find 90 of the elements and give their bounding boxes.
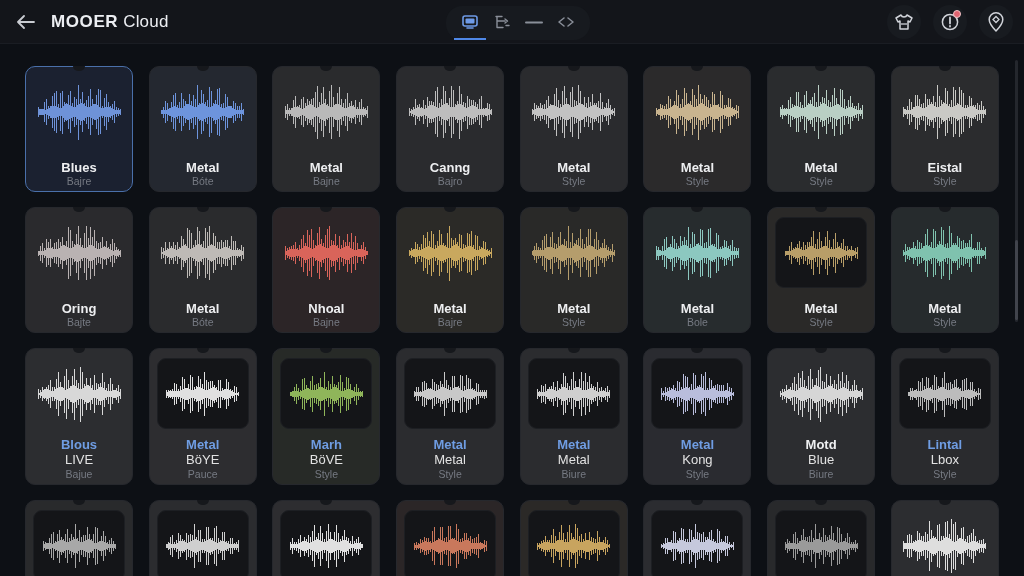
preset-card[interactable]: Metal Bajre (396, 207, 505, 333)
preset-variant: BöYE (186, 452, 220, 468)
preset-name: Eistal (927, 160, 963, 175)
back-icon[interactable] (17, 14, 35, 29)
preset-name: Metal (680, 160, 715, 175)
preset-style: Bajre (66, 175, 92, 187)
preset-name: Lintal (927, 437, 963, 452)
location-pin-icon[interactable] (979, 4, 1013, 39)
preset-card[interactable]: Nhoal Bajne (272, 207, 381, 333)
preset-style: Style (933, 316, 957, 328)
preset-style: Bajne (312, 175, 340, 187)
preset-style: Style (933, 468, 957, 480)
preset-style: Biure (561, 468, 586, 480)
preset-card[interactable]: Oring Bajte (25, 207, 133, 333)
preset-name: Metal (557, 437, 591, 452)
preset-style: Style (685, 175, 710, 187)
preset-style: Biure (808, 468, 834, 480)
preset-card[interactable]: Metal Style (519, 66, 628, 192)
preset-variant: Kong (682, 452, 713, 468)
preset-card[interactable]: Metal Bajne (272, 66, 381, 192)
preset-name: Metal (186, 437, 220, 452)
preset-style: Style (562, 175, 586, 187)
preset-card[interactable]: Motd Blue Biure (767, 348, 876, 485)
preset-name: Metal (557, 160, 591, 175)
preset-style: Style (809, 316, 833, 328)
preset-style: Bajue (65, 468, 93, 480)
preset-style: Style (685, 468, 710, 480)
preset-card[interactable]: Lintal Lbox Style (890, 348, 999, 485)
preset-card[interactable]: Blues Bajre (25, 66, 133, 192)
preset-style: Style (314, 468, 339, 480)
preset-style: Bóte (191, 175, 214, 187)
preset-variant: Lbox (930, 452, 959, 468)
preset-name: Metal (804, 301, 838, 316)
preset-name: Blous (60, 437, 98, 452)
preset-card[interactable]: Metal Style (519, 207, 628, 333)
preset-card[interactable]: Blous LIVE Bajue (25, 348, 133, 485)
preset-name: Metal (186, 301, 220, 316)
shirt-icon[interactable] (887, 4, 921, 39)
preset-style: Bajre (437, 316, 463, 328)
preset-card[interactable]: Metal Style (890, 207, 999, 333)
preset-style: Bóte (191, 316, 214, 328)
preset-name: Metal (309, 160, 343, 175)
app-title: MOOER Cloud (51, 11, 169, 32)
preset-style: Style (562, 316, 586, 328)
preset-name: Oring (61, 301, 97, 316)
preset-variant: Blue (808, 452, 835, 468)
preset-variant: Metal (434, 452, 466, 468)
preset-card[interactable]: Metal Bole (643, 207, 752, 333)
preset-variant: BöVE (309, 452, 343, 468)
preset-card[interactable]: Marh BöVE Style (272, 348, 381, 485)
preset-style: Bole (686, 316, 708, 328)
preset-style: Style (438, 468, 462, 480)
preset-card[interactable]: Canng Bajro (396, 66, 505, 192)
preset-name: Metal (680, 437, 715, 452)
preset-style: Bajte (67, 316, 91, 328)
preset-name: Metal (557, 301, 591, 316)
preset-name: Metal (186, 160, 220, 175)
preset-style: Bajro (437, 175, 463, 187)
flow-icon (494, 15, 510, 29)
code-icon (558, 17, 574, 27)
preset-card[interactable]: Eistal Style (890, 66, 999, 192)
monitor-icon (462, 15, 478, 29)
preset-name: Marh (310, 437, 342, 452)
preset-name: Blues (61, 160, 97, 175)
preset-card[interactable]: Metal Style (767, 66, 876, 192)
preset-variant: LIVE (64, 452, 94, 468)
preset-style: Style (933, 175, 957, 187)
preset-card[interactable]: Metal Style (643, 66, 752, 192)
dash-icon (525, 20, 543, 24)
preset-name: Metal (804, 160, 838, 175)
preset-card[interactable]: Metal Kong Style (643, 348, 752, 485)
preset-variant: Metal (557, 452, 590, 468)
preset-name: Canng (429, 160, 471, 175)
preset-card[interactable]: Metal Metal Biure (519, 348, 628, 485)
preset-name: Metal (433, 301, 467, 316)
preset-name: Metal (928, 301, 962, 316)
alert-icon[interactable] (933, 4, 967, 39)
preset-style: Style (809, 175, 833, 187)
preset-name: Motd (805, 437, 837, 452)
preset-card[interactable]: Metal Style (767, 207, 876, 333)
preset-card[interactable]: Metal Bóte (148, 66, 257, 192)
preset-name: Metal (433, 437, 467, 452)
scrollbar[interactable] (1015, 60, 1018, 322)
preset-card[interactable]: Metal Metal Style (396, 348, 505, 485)
preset-name: Metal (680, 301, 715, 316)
preset-style: Bajne (312, 316, 340, 328)
preset-card[interactable]: Metal BöYE Pauce (148, 348, 257, 485)
preset-style: Pauce (187, 468, 218, 480)
preset-card[interactable]: Metal Bóte (148, 207, 257, 333)
preset-name: Nhoal (308, 301, 345, 316)
